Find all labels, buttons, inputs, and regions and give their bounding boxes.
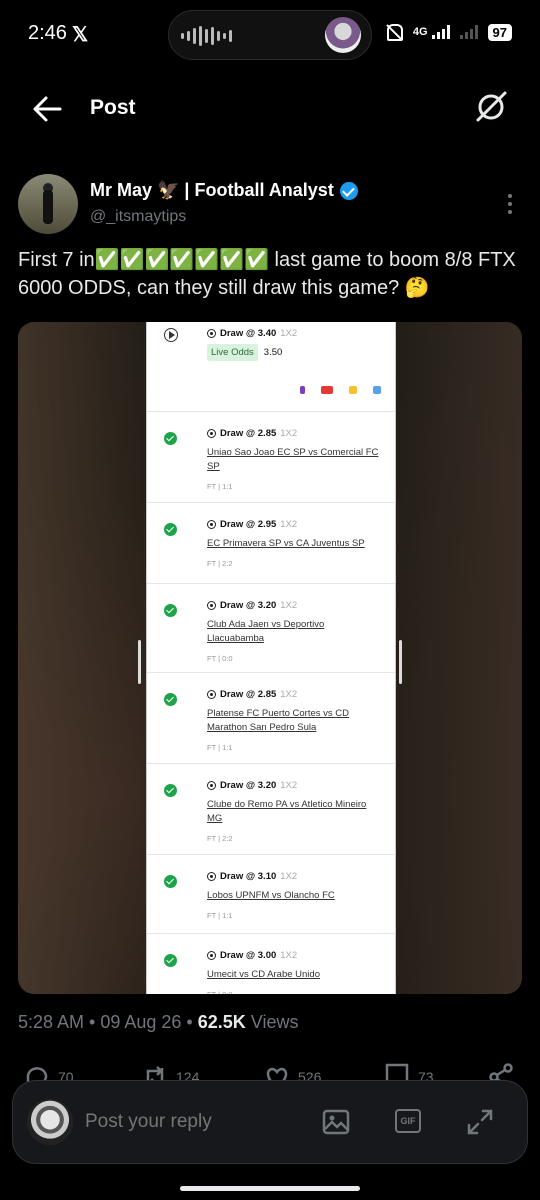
views-label: Views <box>245 1012 299 1032</box>
match-name[interactable]: Uniao Sao Joao EC SP vs Comercial FC SP <box>207 446 383 474</box>
reply-composer[interactable]: GIF <box>12 1080 528 1164</box>
media-left-edge-handle <box>138 640 141 684</box>
provider-icon <box>349 386 357 394</box>
bet-pick: Draw @ 2.85 1X2 <box>207 689 297 700</box>
bet-pick: Draw @ 3.40 1X2 <box>207 328 297 339</box>
bet-row: Draw @ 3.001X2 Umecit vs CD Arabe Unido FT… <box>147 934 395 994</box>
more-options-icon[interactable] <box>508 194 512 214</box>
chart-icon <box>373 386 381 394</box>
tweet-media-image[interactable]: Draw @ 3.40 1X2 Live Odds 3.50 Draw @ 2.… <box>18 322 522 994</box>
bet-row: Draw @ 2.95 1X2 EC Primavera SP vs CA Juve… <box>147 503 395 584</box>
gif-icon[interactable]: GIF <box>395 1109 421 1133</box>
football-icon <box>207 781 216 790</box>
status-bar: 2:46 𝕏 4G 97 <box>0 0 540 70</box>
bet-row: Draw @ 3.10 1X2 Lobos UPNFM vs Olancho FC F… <box>147 855 395 934</box>
won-check-icon <box>164 784 177 797</box>
won-check-icon <box>164 954 177 967</box>
author-name-row[interactable]: Mr May 🦅 | Football Analyst <box>90 180 358 201</box>
signal-secondary-icon <box>459 25 478 39</box>
provider-icon <box>321 386 333 394</box>
match-result: FT | 0:0 <box>207 654 233 663</box>
audio-wave-icon <box>181 26 232 46</box>
views-count[interactable]: 62.5K <box>198 1012 246 1032</box>
home-indicator[interactable] <box>180 1186 360 1191</box>
bet-pick: Draw @ 3.20 1X2 <box>207 600 297 611</box>
post-timestamp: 5:28 AM • 09 Aug 26 • <box>18 1012 198 1032</box>
bet-row: Draw @ 2.85 1X2 Uniao Sao Joao EC SP vs Co… <box>147 412 395 503</box>
football-icon <box>207 601 216 610</box>
football-icon <box>207 329 216 338</box>
x-logo-icon: 𝕏 <box>72 24 89 46</box>
user-avatar <box>27 1099 73 1145</box>
won-check-icon <box>164 523 177 536</box>
status-time: 2:46 <box>28 22 67 44</box>
notifications-muted-icon <box>383 22 403 42</box>
won-check-icon <box>164 875 177 888</box>
bet-pick: Draw @ 3.20 1X2 <box>207 780 297 791</box>
match-name[interactable]: Clube do Remo PA vs Atletico Mineiro MG <box>207 798 383 826</box>
match-result: FT | 1:1 <box>207 911 233 920</box>
bet-pick: Draw @ 2.85 1X2 <box>207 428 297 439</box>
bet-pick: Draw @ 3.00 1X2 <box>207 950 297 961</box>
author-avatar[interactable] <box>18 174 78 234</box>
match-result: FT | 0:0 <box>207 990 233 994</box>
match-name[interactable]: Umecit vs CD Arabe Unido <box>207 968 383 982</box>
football-icon <box>207 690 216 699</box>
football-icon <box>207 951 216 960</box>
live-odds-value: 3.50 <box>263 347 283 358</box>
football-icon <box>207 429 216 438</box>
post-meta: 5:28 AM • 09 Aug 26 • 62.5K Views <box>18 1012 298 1033</box>
match-result: FT | 1:1 <box>207 743 233 752</box>
match-name[interactable]: Platense FC Puerto Cortes vs CD Marathon… <box>207 707 383 735</box>
provider-icons <box>300 386 381 394</box>
dynamic-island[interactable] <box>168 10 372 60</box>
match-name[interactable]: Lobos UPNFM vs Olancho FC <box>207 889 383 903</box>
grok-icon[interactable] <box>472 88 510 126</box>
tweet-text: First 7 in✅✅✅✅✅✅✅ last game to boom 8/8 … <box>18 249 522 299</box>
network-type: 4G <box>412 26 428 38</box>
bet-row: Draw @ 3.20 1X2 Clube do Remo PA vs Atleti… <box>147 764 395 855</box>
status-icons: 4G 97 <box>383 22 512 42</box>
reply-input[interactable] <box>85 1111 305 1133</box>
match-result: FT | 2:2 <box>207 559 233 568</box>
live-odds-label: Live Odds <box>207 344 258 361</box>
signal-icon <box>431 25 450 39</box>
image-icon[interactable] <box>321 1107 351 1137</box>
page-title: Post <box>90 96 136 119</box>
bet-pick: Draw @ 3.10 1X2 <box>207 871 297 882</box>
won-check-icon <box>164 604 177 617</box>
match-result: FT | 1:1 <box>207 482 233 491</box>
bet-row: Draw @ 3.20 1X2 Club Ada Jaen vs Deportivo… <box>147 584 395 673</box>
verified-badge-icon <box>339 181 358 200</box>
football-icon <box>207 520 216 529</box>
live-odds: Live Odds 3.50 <box>207 344 282 361</box>
back-arrow-icon[interactable] <box>30 92 64 126</box>
play-icon <box>164 328 178 342</box>
author-handle[interactable]: @_itsmaytips <box>90 208 186 226</box>
match-name[interactable]: Club Ada Jaen vs Deportivo Llacuabamba <box>207 618 383 646</box>
bet-pick: Draw @ 2.95 1X2 <box>207 519 297 530</box>
match-name[interactable]: EC Primavera SP vs CA Juventus SP <box>207 537 383 551</box>
battery-level: 97 <box>487 23 512 41</box>
match-result: FT | 2:2 <box>207 834 233 843</box>
expand-icon[interactable] <box>465 1107 495 1137</box>
won-check-icon <box>164 693 177 706</box>
island-avatar <box>325 17 361 53</box>
betslip-screenshot: Draw @ 3.40 1X2 Live Odds 3.50 Draw @ 2.… <box>146 322 396 994</box>
betslip-live-row: Draw @ 3.40 1X2 Live Odds 3.50 <box>147 322 395 412</box>
football-icon <box>207 872 216 881</box>
provider-icon <box>300 386 305 394</box>
bet-row: Draw @ 2.85 1X2 Platense FC Puerto Cortes … <box>147 673 395 764</box>
top-header: Post <box>0 80 540 138</box>
won-check-icon <box>164 432 177 445</box>
author-name[interactable]: Mr May 🦅 | Football Analyst <box>90 180 334 201</box>
media-right-edge-handle <box>399 640 402 684</box>
